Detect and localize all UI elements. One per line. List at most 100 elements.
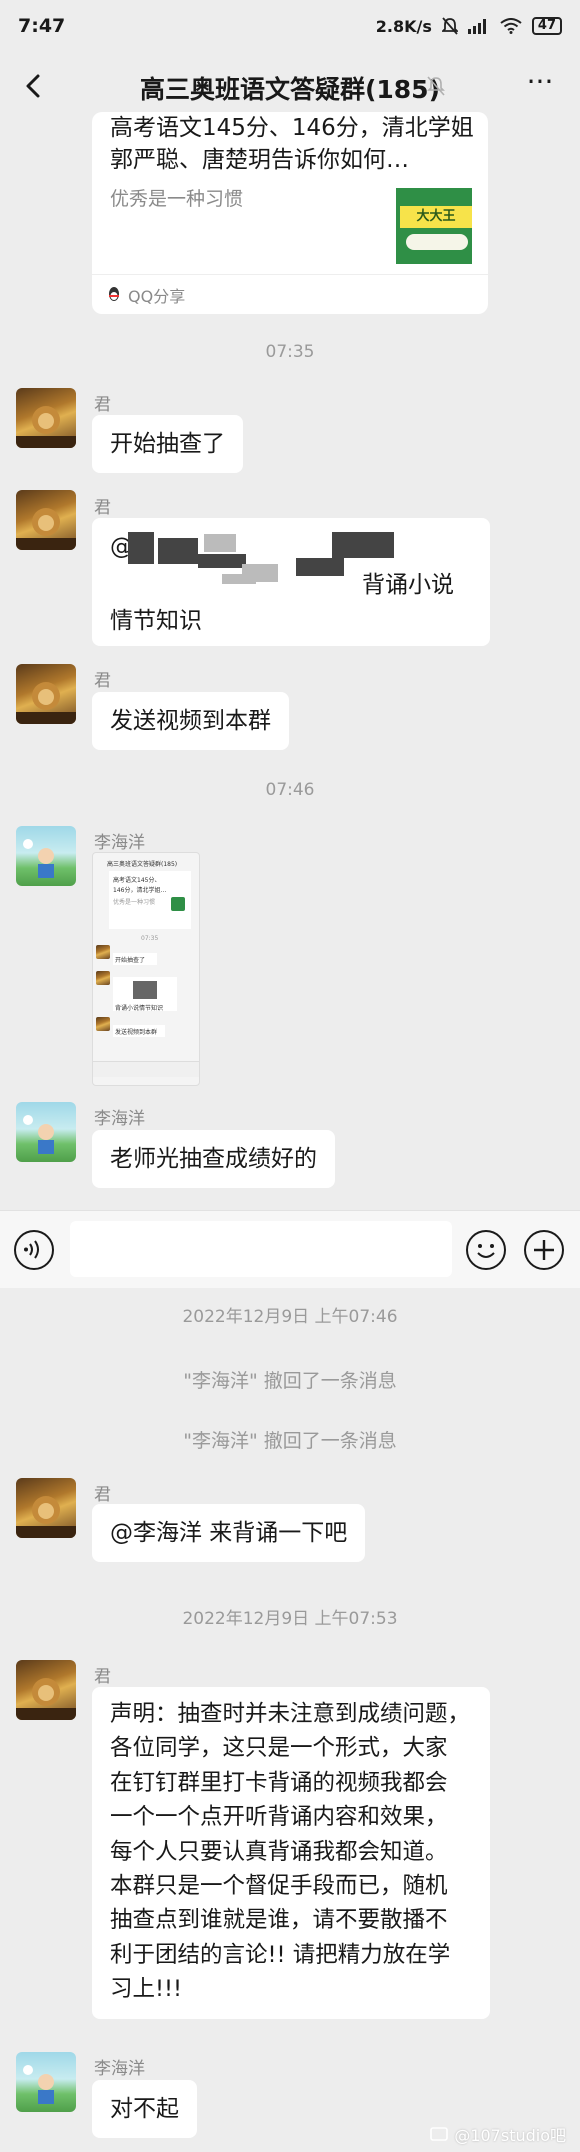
share-card-subtitle: 优秀是一种习惯 xyxy=(110,188,244,210)
preview-text: 优秀是一种习惯 xyxy=(113,899,156,906)
lion-avatar-icon xyxy=(16,682,76,724)
mute-status-icon xyxy=(441,17,458,35)
lion-avatar-icon xyxy=(16,1678,76,1720)
redaction-block xyxy=(128,532,154,564)
battery-icon: 47 xyxy=(531,17,562,35)
avatar[interactable] xyxy=(16,826,76,886)
message-bubble[interactable]: 声明：抽查时并未注意到成绩问题， 各位同学，这只是一个形式，大家 在钉钉群里打卡… xyxy=(92,1687,490,2019)
watermark: @107studio吧 xyxy=(430,2122,566,2146)
avatar[interactable] xyxy=(16,388,76,448)
share-card-source: QQ分享 xyxy=(92,274,488,314)
mute-icon xyxy=(427,76,445,96)
share-card-title: 高考语文145分、146分，清北学姐郭严聪、唐楚玥告诉你如何… xyxy=(110,115,474,173)
message-text: 背诵小说 xyxy=(362,572,454,598)
message-bubble[interactable]: 老师光抽查成绩好的 xyxy=(92,1130,335,1188)
back-button[interactable] xyxy=(16,66,56,106)
tieba-logo-icon xyxy=(430,2127,449,2141)
sender-name: 君 xyxy=(94,671,111,691)
emoji-button[interactable] xyxy=(466,1230,506,1270)
preview-text: 发送视频到本群 xyxy=(115,1029,158,1036)
sender-name: 李海洋 xyxy=(94,2059,145,2079)
preview-title: 高三奥班语文答疑群(185) xyxy=(107,861,178,868)
timestamp: 07:35 xyxy=(265,342,315,362)
message-bubble[interactable]: 发送视频到本群 xyxy=(92,692,289,750)
avatar[interactable] xyxy=(16,2052,76,2112)
boy-avatar-icon xyxy=(23,1115,54,1154)
more-actions-button[interactable] xyxy=(524,1230,564,1270)
status-icons: 2.8K/s 47 xyxy=(376,17,562,36)
thumb-text: 大大王 xyxy=(400,206,472,228)
message-text: 情节知识 xyxy=(110,608,202,634)
voice-icon xyxy=(24,1240,39,1259)
sender-name: 君 xyxy=(94,395,111,415)
timestamp: 07:46 xyxy=(265,780,315,800)
message-line: 抽查点到谁就是谁，请不要散播不 xyxy=(110,1907,448,1934)
sender-name: 李海洋 xyxy=(94,1109,145,1129)
message-line: 习上!!! xyxy=(110,1976,183,2003)
redaction-block xyxy=(204,534,236,552)
more-button[interactable]: ··· xyxy=(520,68,560,104)
redaction-block xyxy=(158,538,198,564)
redaction-block xyxy=(198,554,246,568)
avatar[interactable] xyxy=(16,1660,76,1720)
signal-icon xyxy=(467,19,486,34)
avatar[interactable] xyxy=(16,1102,76,1162)
share-card[interactable]: 高考语文145分、146分，清北学姐郭严聪、唐楚玥告诉你如何… 优秀是一种习惯 … xyxy=(92,112,488,314)
wifi-icon xyxy=(500,18,522,34)
message-line: 一个一个点开听背诵内容和效果， xyxy=(110,1804,448,1831)
preview-time: 07:35 xyxy=(141,935,159,942)
plus-icon xyxy=(534,1240,554,1260)
message-line: 利于团结的言论!! 请把精力放在学 xyxy=(110,1941,451,1968)
recall-notice: "李海洋" 撤回了一条消息 xyxy=(183,1430,397,1452)
share-card-thumbnail: 大大王 xyxy=(396,188,472,264)
message-line: 声明：抽查时并未注意到成绩问题， xyxy=(110,1701,471,1727)
message-line: 各位同学，这只是一个形式，大家 xyxy=(110,1735,448,1762)
message-line: 本群只是一个督促手段而已，随机 xyxy=(110,1873,448,1900)
preview-text: 高考语文145分、 xyxy=(113,877,161,884)
chevron-left-icon xyxy=(26,74,40,98)
preview-avatar xyxy=(96,971,110,985)
lion-avatar-icon xyxy=(16,508,76,550)
status-time: 7:47 xyxy=(18,15,66,37)
avatar[interactable] xyxy=(16,490,76,550)
message-bubble[interactable]: @李海洋 来背诵一下吧 xyxy=(92,1504,366,1562)
timestamp: 2022年12月9日 上午07:46 xyxy=(182,1307,398,1327)
message-bubble[interactable]: 对不起 xyxy=(92,2080,197,2138)
chat-header: 高三奥班语文答疑群(185) ··· xyxy=(0,52,580,120)
preview-text: 开始抽查了 xyxy=(115,957,146,964)
lion-avatar-icon xyxy=(16,1496,76,1538)
preview-avatar xyxy=(96,945,110,959)
share-card-source-label: QQ分享 xyxy=(128,286,186,306)
redaction-block xyxy=(332,532,394,558)
boy-avatar-icon xyxy=(23,839,54,878)
boy-avatar-icon xyxy=(23,2065,54,2104)
sender-name: 君 xyxy=(94,1667,111,1687)
redaction-block xyxy=(296,558,344,576)
message-line: 每个人只要认真背诵我都会知道。 xyxy=(110,1838,448,1865)
emoji-icon xyxy=(477,1244,495,1258)
avatar[interactable] xyxy=(16,664,76,724)
preview-inputbar xyxy=(93,1061,199,1077)
screenshot-image[interactable]: 高三奥班语文答疑群(185) 高考语文145分、 146分，清北学姐… 优秀是一… xyxy=(92,852,200,1086)
preview-thumb xyxy=(171,897,185,911)
net-speed: 2.8K/s xyxy=(375,16,432,36)
preview-redaction xyxy=(133,981,157,999)
lion-avatar-icon xyxy=(16,406,76,448)
voice-button[interactable] xyxy=(14,1230,54,1270)
sender-name: 君 xyxy=(94,1485,111,1505)
message-input[interactable] xyxy=(70,1221,452,1277)
message-bubble[interactable]: @ 背诵小说 情节知识 xyxy=(92,518,490,646)
message-bubble[interactable]: 开始抽查了 xyxy=(92,415,243,473)
avatar[interactable] xyxy=(16,1478,76,1538)
watermark-text: @107studio吧 xyxy=(454,2126,566,2145)
preview-text: 背诵小说情节知识 xyxy=(115,1005,164,1012)
preview-avatar xyxy=(96,1017,110,1031)
message-line: 在钉钉群里打卡背诵的视频我都会 xyxy=(110,1769,448,1796)
input-bar xyxy=(0,1210,580,1288)
thumb-strip xyxy=(406,234,468,250)
timestamp: 2022年12月9日 上午07:53 xyxy=(182,1609,398,1629)
status-bar: 7:47 2.8K/s 47 xyxy=(0,0,580,52)
recall-notice: "李海洋" 撤回了一条消息 xyxy=(183,1370,397,1392)
qq-icon xyxy=(109,286,119,301)
redaction-block xyxy=(222,574,256,584)
